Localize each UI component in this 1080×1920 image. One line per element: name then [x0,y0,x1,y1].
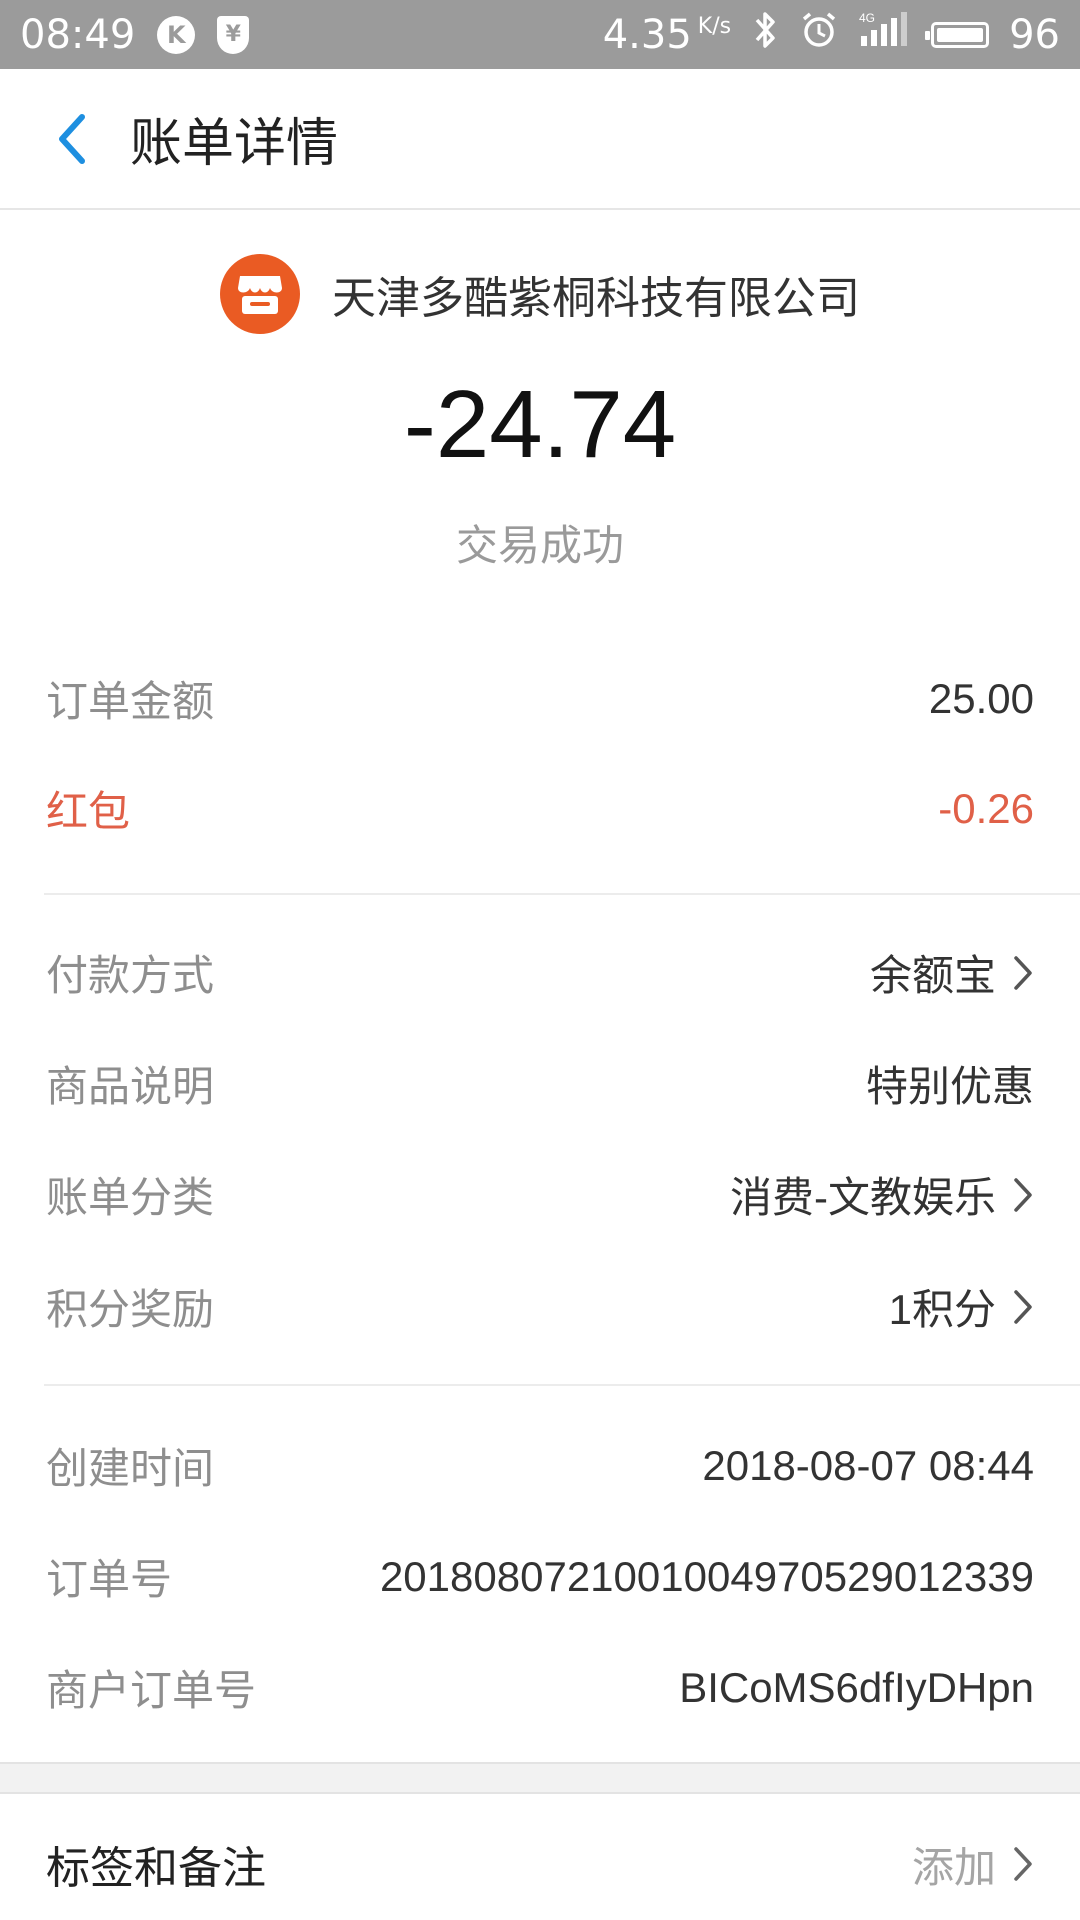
tags-notes-label: 标签和备注 [46,1843,266,1894]
created-time-value: 2018-08-07 08:44 [702,1441,1034,1489]
order-number-row: 订单号 2018080721001004970529012339 [46,1546,1034,1607]
status-time: 08:49 [20,11,136,58]
transaction-status: 交易成功 [455,521,624,570]
payment-method-text: 余额宝 [869,952,996,999]
chevron-right-icon [1012,1845,1034,1883]
battery-level: 96 [1009,11,1060,58]
merchant-logo [220,254,300,334]
red-packet-value: -0.26 [938,784,1034,832]
cellular-signal-icon: 4G [859,10,911,60]
app-header: 账单详情 [0,69,1080,210]
battery-icon [925,21,990,48]
order-amount-row: 订单金额 25.00 [46,668,1034,729]
points-reward-value: 1积分 [889,1276,1034,1337]
chevron-right-icon [1012,1288,1034,1326]
created-time-label: 创建时间 [46,1444,215,1493]
points-reward-text: 1积分 [888,1286,996,1333]
yen-shield-icon: ¥ [217,15,250,54]
chevron-right-icon [1012,954,1034,992]
red-packet-row: 红包 -0.26 [46,778,1034,839]
add-tags-notes-button[interactable]: 添加 [912,1834,1034,1895]
chevron-right-icon [1012,1176,1034,1214]
status-left: 08:49 K ¥ [20,11,250,58]
bill-category-label: 账单分类 [46,1173,215,1222]
transaction-amount: -24.74 [403,371,677,478]
payment-method-row[interactable]: 付款方式 余额宝 [46,942,1034,1003]
network-speed-unit: K/s [697,13,732,39]
chevron-left-icon [59,113,85,164]
divider [44,893,1080,895]
points-reward-label: 积分奖励 [46,1285,215,1334]
network-speed: 4.35 K/s [603,12,731,58]
product-description-row: 商品说明 特别优惠 [46,1053,1034,1114]
section-gap [0,1762,1080,1794]
add-label: 添加 [911,1842,996,1892]
page-title: 账单详情 [130,114,339,174]
tags-notes-row[interactable]: 标签和备注 添加 [46,1832,1034,1896]
network-speed-value: 4.35 [602,11,692,58]
shop-icon [238,276,282,314]
order-amount-label: 订单金额 [46,677,215,726]
points-reward-row[interactable]: 积分奖励 1积分 [46,1276,1034,1337]
product-description-value: 特别优惠 [865,1063,1034,1110]
merchant-row: 天津多酷紫桐科技有限公司 [0,254,1080,334]
order-number-label: 订单号 [46,1555,173,1604]
merchant-name: 天津多酷紫桐科技有限公司 [332,273,860,324]
bill-category-text: 消费-文教娱乐 [730,1174,996,1221]
status-right: 4.35 K/s 4G 96 [603,10,1060,60]
payment-method-label: 付款方式 [46,951,215,1000]
back-button[interactable] [42,99,102,179]
created-time-row: 创建时间 2018-08-07 08:44 [46,1435,1034,1496]
order-amount-value: 25.00 [928,674,1034,722]
bill-category-value: 消费-文教娱乐 [730,1164,1034,1225]
k-app-icon: K [157,15,196,54]
merchant-order-number-value: BICoMS6dfIyDHpn [679,1663,1034,1711]
red-packet-label: 红包 [46,787,131,836]
merchant-order-number-label: 商户订单号 [46,1666,257,1715]
product-description-label: 商品说明 [46,1062,215,1111]
order-number-value: 2018080721001004970529012339 [379,1552,1034,1600]
bluetooth-icon [751,10,779,60]
network-type-label: 4G [859,11,875,25]
bill-category-row[interactable]: 账单分类 消费-文教娱乐 [46,1164,1034,1225]
divider [44,1384,1080,1386]
status-bar: 08:49 K ¥ 4.35 K/s 4G 96 [0,0,1080,69]
alarm-icon [799,10,839,60]
payment-method-value: 余额宝 [870,942,1034,1003]
merchant-order-number-row: 商户订单号 BICoMS6dfIyDHpn [46,1657,1034,1718]
